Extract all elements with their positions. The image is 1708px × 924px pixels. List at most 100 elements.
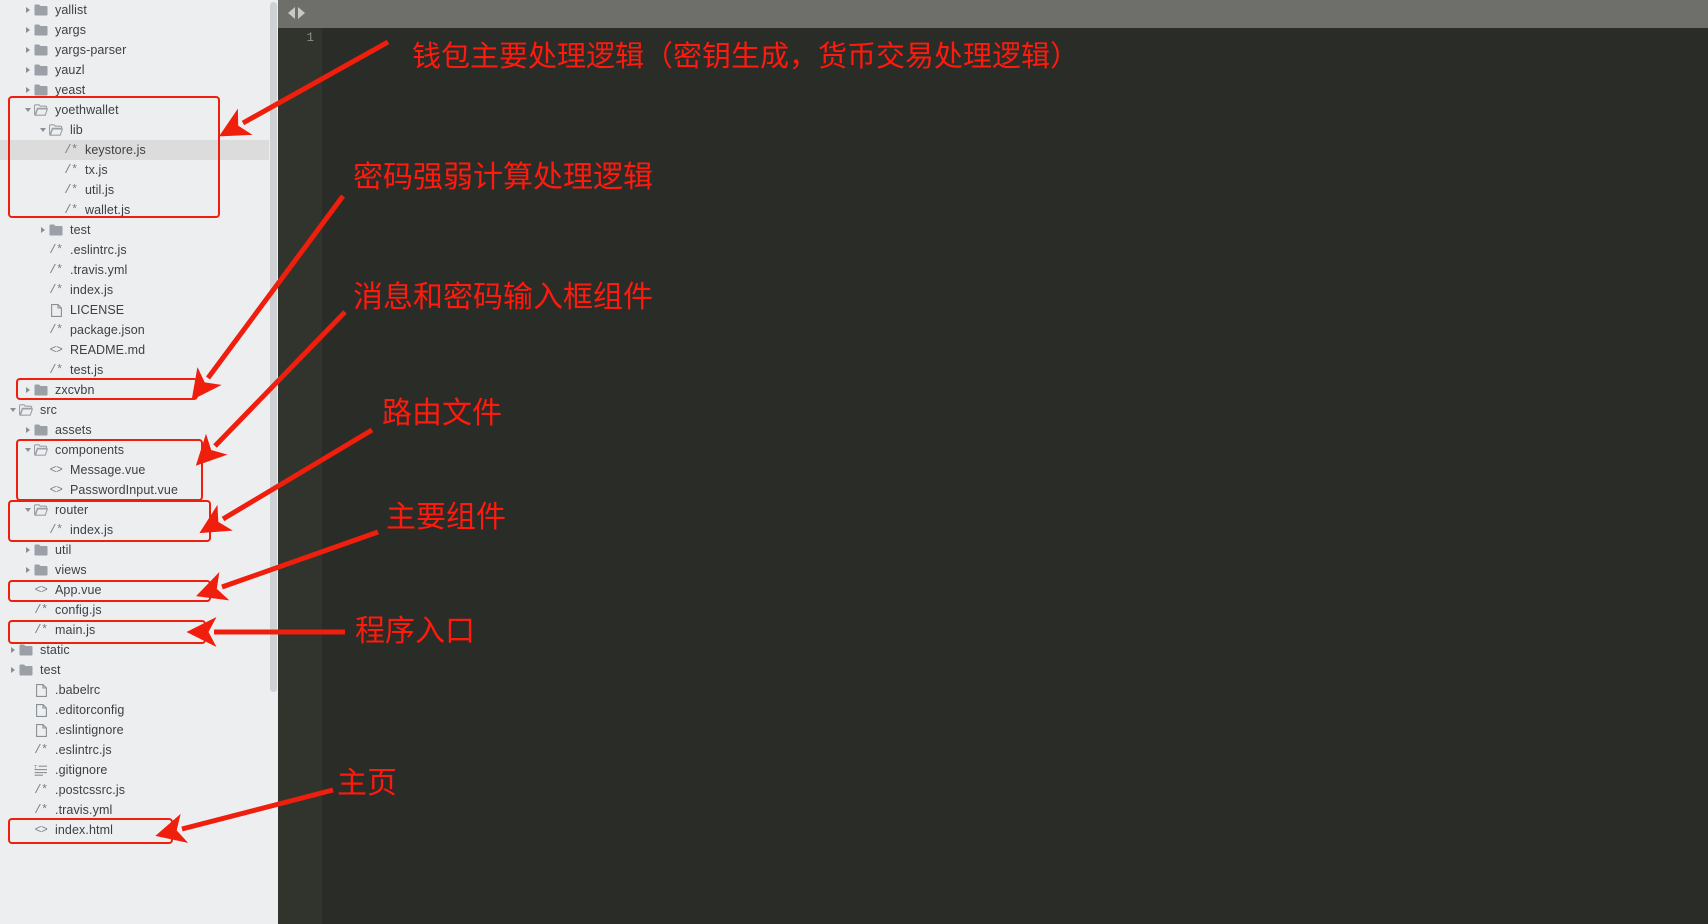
file-tree-row[interactable]: assets: [0, 420, 270, 440]
file-icon: [47, 300, 65, 320]
arrow-left-icon[interactable]: [288, 7, 295, 19]
file-tree-row-label: yeast: [55, 83, 86, 97]
file-tree-row[interactable]: /* test.js: [0, 360, 270, 380]
chevron-right-icon[interactable]: [8, 660, 17, 680]
file-tree-row[interactable]: /* .eslintrc.js: [0, 240, 270, 260]
file-tree-row-label: config.js: [55, 603, 102, 617]
file-tree-row[interactable]: <> index.html: [0, 820, 270, 840]
chevron-down-icon[interactable]: [38, 120, 47, 140]
folder-icon: [32, 40, 50, 60]
file-tree-row[interactable]: /* index.js: [0, 520, 270, 540]
file-tree-list[interactable]: yallist yargs yargs-parser yauzl yeast yoethw…: [0, 0, 270, 840]
chevron-right-icon[interactable]: [23, 380, 32, 400]
chevron-right-icon[interactable]: [23, 20, 32, 40]
chevron-right-icon[interactable]: [23, 540, 32, 560]
file-tree-row[interactable]: yallist: [0, 0, 270, 20]
chevron-right-icon[interactable]: [23, 0, 32, 20]
file-tree-row-label: package.json: [70, 323, 145, 337]
file-tree-row[interactable]: yeast: [0, 80, 270, 100]
chevron-down-icon[interactable]: [23, 100, 32, 120]
chevron-right-icon[interactable]: [23, 560, 32, 580]
file-tree-scrollbar[interactable]: [269, 0, 278, 924]
text-list-icon: T: [32, 760, 50, 780]
file-tree-row[interactable]: .eslintignore: [0, 720, 270, 740]
file-tree-row[interactable]: test: [0, 220, 270, 240]
markup-code-icon: <>: [49, 464, 63, 476]
chevron-right-icon[interactable]: [23, 40, 32, 60]
folder-icon: [32, 420, 50, 440]
editor-pane[interactable]: 1: [278, 0, 1708, 924]
file-tree-row[interactable]: static: [0, 640, 270, 660]
file-tree-row[interactable]: <> Message.vue: [0, 460, 270, 480]
file-tree-row-label: index.js: [70, 523, 114, 537]
file-tree-row[interactable]: /* package.json: [0, 320, 270, 340]
file-tree-row[interactable]: yoethwallet: [0, 100, 270, 120]
file-tree-row-label: yargs: [55, 23, 87, 37]
javascript-file-icon: /*: [49, 263, 63, 277]
file-tree-row[interactable]: yargs: [0, 20, 270, 40]
file-tree-row-label: yargs-parser: [55, 43, 127, 57]
file-tree-row[interactable]: yargs-parser: [0, 40, 270, 60]
file-tree-row-label: yauzl: [55, 63, 85, 77]
file-tree-row[interactable]: src: [0, 400, 270, 420]
file-tree-row[interactable]: /* .travis.yml: [0, 260, 270, 280]
javascript-file-icon: /*: [34, 783, 48, 797]
chevron-down-icon[interactable]: [23, 440, 32, 460]
javascript-file-icon: /*: [64, 143, 78, 157]
file-tree-row[interactable]: <> README.md: [0, 340, 270, 360]
file-tree-row-label: tx.js: [85, 163, 108, 177]
file-tree-row-label: keystore.js: [85, 143, 146, 157]
editor-line-number-gutter: 1: [278, 28, 322, 924]
tab-navigation-controls[interactable]: [288, 7, 305, 19]
file-tree-row[interactable]: test: [0, 660, 270, 680]
chevron-down-icon[interactable]: [8, 400, 17, 420]
file-tree-row[interactable]: <> App.vue: [0, 580, 270, 600]
file-tree-row[interactable]: views: [0, 560, 270, 580]
file-tree-row-label: .travis.yml: [55, 803, 113, 817]
file-tree-row[interactable]: /* config.js: [0, 600, 270, 620]
file-tree-scrollbar-thumb[interactable]: [270, 2, 277, 692]
javascript-file-icon: /*: [64, 163, 78, 177]
file-tree-row[interactable]: T .gitignore: [0, 760, 270, 780]
file-tree-row[interactable]: .editorconfig: [0, 700, 270, 720]
file-tree-row[interactable]: LICENSE: [0, 300, 270, 320]
file-tree-row[interactable]: /* .eslintrc.js: [0, 740, 270, 760]
file-tree-row[interactable]: /* keystore.js: [0, 140, 270, 160]
folder-icon: [32, 60, 50, 80]
folder-icon: [47, 220, 65, 240]
chevron-right-icon[interactable]: [8, 640, 17, 660]
file-tree-row[interactable]: /* wallet.js: [0, 200, 270, 220]
file-tree-row[interactable]: /* util.js: [0, 180, 270, 200]
project-file-tree-panel[interactable]: yallist yargs yargs-parser yauzl yeast yoethw…: [0, 0, 278, 924]
file-tree-row[interactable]: lib: [0, 120, 270, 140]
file-tree-row[interactable]: /* .travis.yml: [0, 800, 270, 820]
file-tree-row[interactable]: /* .postcssrc.js: [0, 780, 270, 800]
file-tree-row[interactable]: <> PasswordInput.vue: [0, 480, 270, 500]
chevron-down-icon[interactable]: [23, 500, 32, 520]
chevron-right-icon[interactable]: [23, 60, 32, 80]
file-tree-row[interactable]: zxcvbn: [0, 380, 270, 400]
file-tree-row[interactable]: router: [0, 500, 270, 520]
file-tree-row-label: LICENSE: [70, 303, 125, 317]
file-tree-row[interactable]: /* main.js: [0, 620, 270, 640]
chevron-right-icon[interactable]: [38, 220, 47, 240]
chevron-right-icon[interactable]: [23, 420, 32, 440]
chevron-right-icon[interactable]: [23, 80, 32, 100]
file-tree-row[interactable]: components: [0, 440, 270, 460]
editor-tab-bar[interactable]: [278, 0, 1708, 28]
file-tree-row[interactable]: yauzl: [0, 60, 270, 80]
file-tree-row[interactable]: /* tx.js: [0, 160, 270, 180]
file-tree-row[interactable]: .babelrc: [0, 680, 270, 700]
file-tree-row[interactable]: util: [0, 540, 270, 560]
file-tree-row[interactable]: /* index.js: [0, 280, 270, 300]
arrow-right-icon[interactable]: [298, 7, 305, 19]
